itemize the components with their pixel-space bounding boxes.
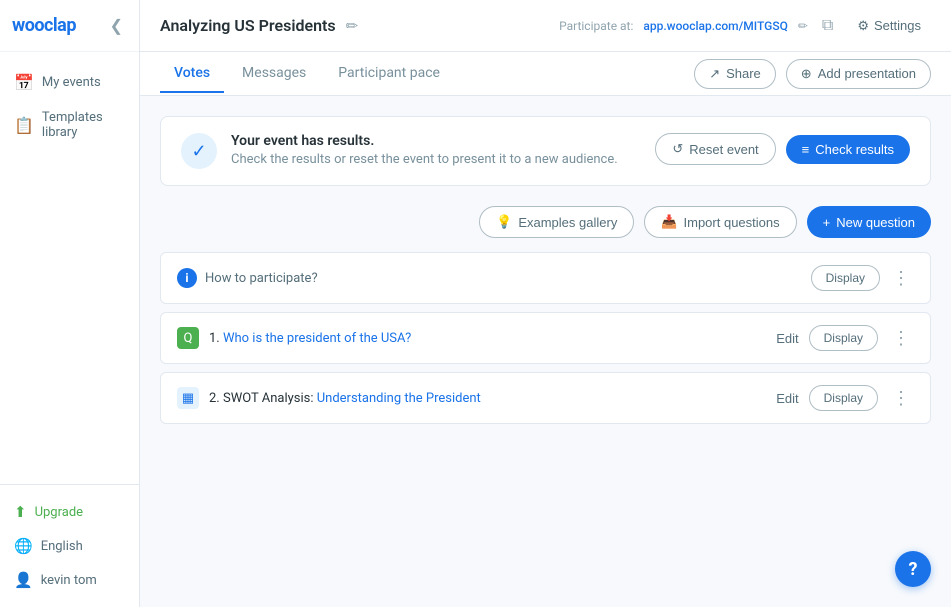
sidebar-item-user[interactable]: 👤 kevin tom	[0, 563, 139, 597]
banner-subtitle: Check the results or reset the event to …	[231, 152, 641, 167]
banner-title: Your event has results.	[231, 133, 641, 149]
participate-url[interactable]: app.wooclap.com/MITGSQ	[643, 19, 787, 33]
table-row: Q 1. Who is the president of the USA? Ed…	[160, 312, 931, 364]
participate-label: Participate at:	[559, 19, 633, 33]
how-to-more-icon[interactable]: ⋮	[888, 266, 914, 291]
url-edit-icon[interactable]: ✏	[798, 19, 808, 33]
info-banner: ✓ Your event has results. Check the resu…	[160, 116, 931, 186]
share-label: Share	[726, 66, 761, 81]
question-display-button[interactable]: Display	[809, 385, 878, 411]
tabs-bar: Votes Messages Participant pace ↗ Share …	[140, 52, 951, 96]
add-pres-icon: ⊕	[801, 66, 812, 82]
new-question-label: New question	[836, 215, 915, 230]
plus-icon: +	[823, 215, 831, 230]
sidebar-logo-area: wooclap ❮	[0, 0, 139, 52]
reset-icon: ↺	[672, 141, 683, 157]
how-to-participate-row: i How to participate? Display ⋮	[160, 252, 931, 304]
question-left: Q 1. Who is the president of the USA?	[177, 327, 411, 349]
header-left: Analyzing US Presidents ✏	[160, 16, 358, 35]
tab-actions: ↗ Share ⊕ Add presentation	[694, 59, 931, 89]
copy-url-button[interactable]: ⧉	[818, 13, 837, 39]
sidebar-item-language[interactable]: 🌐 English	[0, 529, 139, 563]
sidebar-item-label: kevin tom	[41, 573, 97, 588]
how-to-left: i How to participate?	[177, 268, 318, 288]
banner-check-icon: ✓	[181, 133, 217, 169]
question-link[interactable]: Understanding the President	[317, 391, 481, 406]
reset-event-button[interactable]: ↺ Reset event	[655, 133, 775, 165]
import-questions-label: Import questions	[684, 215, 780, 230]
language-icon: 🌐	[14, 537, 33, 555]
sidebar-item-label: My events	[42, 75, 101, 90]
header: Analyzing US Presidents ✏ Participate at…	[140, 0, 951, 52]
sidebar-item-my-events[interactable]: 📅 My events	[0, 64, 139, 101]
how-to-right: Display ⋮	[811, 265, 914, 291]
sidebar-item-label: Upgrade	[35, 505, 83, 520]
question-type-icon: ▦	[177, 387, 199, 409]
examples-gallery-button[interactable]: 💡 Examples gallery	[479, 206, 634, 238]
sidebar-item-templates-library[interactable]: 📋 Templates library	[0, 101, 139, 149]
tab-votes[interactable]: Votes	[160, 55, 224, 93]
settings-label: Settings	[874, 18, 921, 33]
question-more-icon[interactable]: ⋮	[888, 326, 914, 351]
templates-icon: 📋	[14, 116, 34, 135]
gear-icon: ⚙	[857, 18, 869, 34]
check-results-icon: ≡	[802, 142, 810, 157]
help-button[interactable]: ?	[895, 551, 931, 587]
user-icon: 👤	[14, 571, 33, 589]
bulb-icon: 💡	[496, 214, 512, 230]
sidebar-item-label: English	[41, 539, 83, 554]
question-right: Edit Display ⋮	[776, 325, 914, 351]
table-row: ▦ 2. SWOT Analysis: Understanding the Pr…	[160, 372, 931, 424]
header-right: Participate at: app.wooclap.com/MITGSQ ✏…	[559, 12, 931, 40]
question-edit-button[interactable]: Edit	[776, 331, 798, 346]
sidebar-bottom: ⬆ Upgrade 🌐 English 👤 kevin tom	[0, 484, 139, 607]
check-results-label: Check results	[815, 142, 894, 157]
question-left: ▦ 2. SWOT Analysis: Understanding the Pr…	[177, 387, 481, 409]
tabs: Votes Messages Participant pace	[160, 55, 454, 92]
sidebar-item-upgrade[interactable]: ⬆ Upgrade	[0, 495, 139, 529]
settings-button[interactable]: ⚙ Settings	[847, 12, 931, 40]
share-button[interactable]: ↗ Share	[694, 59, 776, 89]
page-title: Analyzing US Presidents	[160, 16, 336, 35]
banner-text: Your event has results. Check the result…	[231, 133, 641, 167]
check-results-button[interactable]: ≡ Check results	[786, 135, 910, 164]
content-area: ✓ Your event has results. Check the resu…	[140, 96, 951, 607]
title-edit-icon[interactable]: ✏	[346, 17, 359, 35]
tab-messages[interactable]: Messages	[228, 55, 320, 93]
question-text: 1. Who is the president of the USA?	[209, 331, 411, 346]
question-more-icon[interactable]: ⋮	[888, 386, 914, 411]
question-toolbar: 💡 Examples gallery 📥 Import questions + …	[160, 206, 931, 238]
question-edit-button[interactable]: Edit	[776, 391, 798, 406]
sidebar-item-label: Templates library	[42, 110, 125, 140]
add-pres-label: Add presentation	[818, 66, 916, 81]
new-question-button[interactable]: + New question	[807, 206, 931, 238]
import-questions-button[interactable]: 📥 Import questions	[644, 206, 796, 238]
question-text: 2. SWOT Analysis: Understanding the Pres…	[209, 391, 481, 406]
sidebar-collapse-button[interactable]: ❮	[106, 14, 127, 37]
add-presentation-button[interactable]: ⊕ Add presentation	[786, 59, 931, 89]
import-icon: 📥	[661, 214, 677, 230]
question-right: Edit Display ⋮	[776, 385, 914, 411]
how-to-label: How to participate?	[205, 271, 318, 286]
info-icon: i	[177, 268, 197, 288]
how-to-display-button[interactable]: Display	[811, 265, 880, 291]
calendar-icon: 📅	[14, 73, 34, 92]
tab-participant-pace[interactable]: Participant pace	[324, 55, 454, 93]
banner-actions: ↺ Reset event ≡ Check results	[655, 133, 910, 165]
question-link[interactable]: Who is the president of the USA?	[223, 331, 411, 346]
question-type-icon: Q	[177, 327, 199, 349]
main-content: Analyzing US Presidents ✏ Participate at…	[140, 0, 951, 607]
share-icon: ↗	[709, 66, 720, 82]
logo: wooclap	[12, 15, 76, 36]
reset-label: Reset event	[689, 142, 758, 157]
examples-gallery-label: Examples gallery	[518, 215, 617, 230]
upgrade-icon: ⬆	[14, 503, 27, 521]
sidebar-nav: 📅 My events 📋 Templates library	[0, 52, 139, 484]
question-display-button[interactable]: Display	[809, 325, 878, 351]
sidebar: wooclap ❮ 📅 My events 📋 Templates librar…	[0, 0, 140, 607]
